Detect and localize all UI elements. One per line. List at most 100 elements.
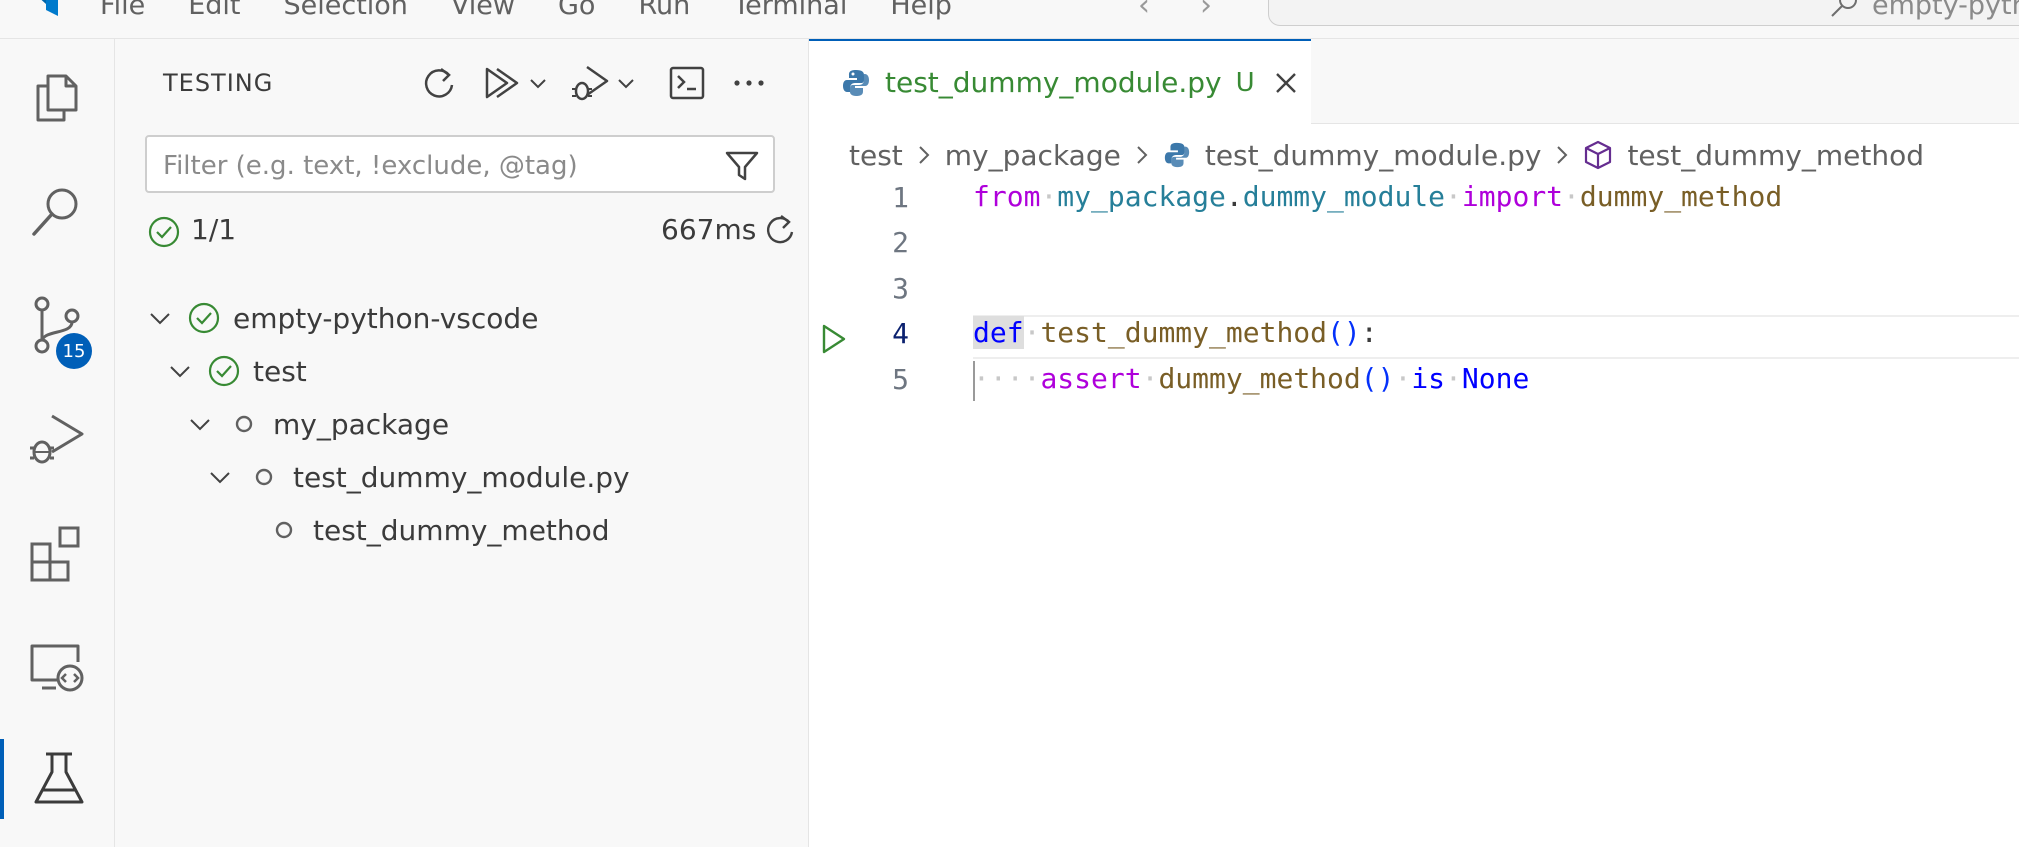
search-icon <box>32 188 78 236</box>
tree-item-test-dummy-module[interactable]: test_dummy_module.py <box>205 454 630 500</box>
test-filter-box[interactable] <box>145 135 775 193</box>
activity-source-control[interactable]: 15 <box>0 285 114 369</box>
run-test-gutter-icon[interactable] <box>819 322 849 356</box>
vscode-logo-icon <box>41 0 58 16</box>
filter-icon[interactable] <box>725 149 759 183</box>
forward-arrow-icon[interactable]: › <box>1200 0 1212 23</box>
menu-terminal[interactable]: Terminal <box>733 0 847 21</box>
back-arrow-icon[interactable]: ‹ <box>1138 0 1150 23</box>
command-center-text[interactable]: empty-pyth <box>1872 0 2019 21</box>
passed-icon <box>187 301 221 335</box>
chevron-down-icon[interactable] <box>615 72 637 94</box>
python-file-icon <box>843 69 869 96</box>
code-token: : <box>1360 316 1378 349</box>
chevron-right-icon <box>1553 143 1571 167</box>
chevron-down-icon[interactable] <box>165 359 195 383</box>
menu-run[interactable]: Run <box>638 0 690 21</box>
menu-file[interactable]: File <box>100 0 145 21</box>
close-icon[interactable] <box>1273 70 1299 96</box>
terminal-icon <box>669 66 705 100</box>
chevron-down-icon[interactable] <box>527 72 549 94</box>
code-token: from <box>973 180 1041 213</box>
activity-run-debug[interactable] <box>0 399 114 479</box>
chevron-down-icon[interactable] <box>185 412 215 436</box>
remote-explorer-icon <box>30 644 84 692</box>
line-number: 5 <box>892 363 909 396</box>
activity-bar: 15 <box>0 39 115 847</box>
menu-view[interactable]: View <box>451 0 515 21</box>
tree-item-label: test_dummy_method <box>313 513 610 547</box>
menu-help[interactable]: Help <box>890 0 952 21</box>
show-output-button[interactable] <box>669 61 705 105</box>
menu-selection[interactable]: Selection <box>283 0 407 21</box>
code-token: None <box>1461 362 1530 395</box>
chevron-down-icon[interactable] <box>205 465 235 489</box>
code-line-1[interactable]: from·my_package.dummy_module·import·dumm… <box>973 180 1782 213</box>
code-token: is <box>1411 362 1446 395</box>
tree-item-label: test <box>253 354 307 388</box>
refresh-tests-button[interactable] <box>421 61 457 105</box>
passed-icon <box>207 354 241 388</box>
tree-item-test[interactable]: test <box>165 348 307 394</box>
tree-item-label: empty-python-vscode <box>233 301 539 335</box>
activity-remote-explorer[interactable] <box>0 627 114 707</box>
title-bar: File Edit Selection View Go Run Terminal… <box>0 0 2019 39</box>
python-file-icon <box>1163 141 1191 169</box>
chevron-down-icon[interactable] <box>145 306 175 330</box>
activity-extensions[interactable] <box>0 513 114 593</box>
tree-item-empty-python-vscode[interactable]: empty-python-vscode <box>145 295 538 341</box>
activity-search[interactable] <box>0 171 114 251</box>
run-tests-button[interactable] <box>483 61 549 105</box>
debug-all-icon <box>572 65 609 101</box>
breadcrumb-item[interactable]: test_dummy_module.py <box>1205 139 1542 172</box>
tree-item-test-dummy-method[interactable]: test_dummy_method <box>267 507 610 553</box>
tree-item-my-package[interactable]: my_package <box>185 401 449 447</box>
source-control-badge: 15 <box>56 333 92 369</box>
test-duration: 667ms <box>661 213 757 246</box>
code-token: dummy_method <box>1158 362 1361 395</box>
breadcrumb-item[interactable]: test <box>849 139 903 172</box>
line-number: 2 <box>892 226 909 259</box>
code-line-5[interactable]: ····assert·dummy_method()·is·None <box>973 362 1529 395</box>
activity-explorer[interactable] <box>0 57 114 137</box>
code-token: def <box>973 316 1024 349</box>
breadcrumb-item[interactable]: test_dummy_method <box>1627 139 1924 172</box>
test-summary: 1/1 667ms <box>147 209 794 253</box>
sidebar-title: TESTING <box>163 69 274 97</box>
unset-status-icon <box>247 460 281 494</box>
menu-go[interactable]: Go <box>558 0 595 21</box>
code-token: () <box>1360 362 1395 395</box>
more-actions-button[interactable] <box>731 61 767 105</box>
method-symbol-icon <box>1583 140 1613 170</box>
menu-edit[interactable]: Edit <box>188 0 240 21</box>
files-icon <box>36 74 78 122</box>
code-token: import <box>1461 180 1564 213</box>
code-token: . <box>1225 180 1243 213</box>
run-all-icon <box>485 67 519 99</box>
code-token: dummy_method <box>1579 180 1783 213</box>
tab-label: test_dummy_module.py <box>885 66 1222 99</box>
menu-bar: File Edit Selection View Go Run Terminal… <box>100 0 952 21</box>
chevron-right-icon <box>1133 143 1151 167</box>
code-token: my_package <box>1057 180 1226 213</box>
code-token: assert <box>1040 362 1142 395</box>
editor-area: test_dummy_module.py U test my_package t… <box>809 39 2019 847</box>
rerun-icon[interactable] <box>763 213 797 247</box>
test-count: 1/1 <box>191 213 237 246</box>
breadcrumb-item[interactable]: my_package <box>945 139 1121 172</box>
line-number: 3 <box>892 272 909 305</box>
code-token: test_dummy_method <box>1040 316 1328 349</box>
test-filter-input[interactable] <box>161 143 705 189</box>
editor-tabs: test_dummy_module.py U <box>809 39 2019 124</box>
debug-tests-button[interactable] <box>571 61 637 105</box>
tab-test-dummy-module[interactable]: test_dummy_module.py U <box>809 39 1311 124</box>
tree-item-label: my_package <box>273 407 450 441</box>
untracked-badge: U <box>1235 67 1255 98</box>
ellipsis-icon <box>734 80 764 86</box>
unset-status-icon <box>267 513 301 547</box>
activity-testing[interactable] <box>0 739 114 819</box>
search-icon <box>1831 0 1857 17</box>
refresh-icon <box>424 68 454 98</box>
navigation-arrows: ‹ › <box>1138 0 1212 23</box>
code-line-4[interactable]: def·test_dummy_method(): <box>973 316 1378 349</box>
